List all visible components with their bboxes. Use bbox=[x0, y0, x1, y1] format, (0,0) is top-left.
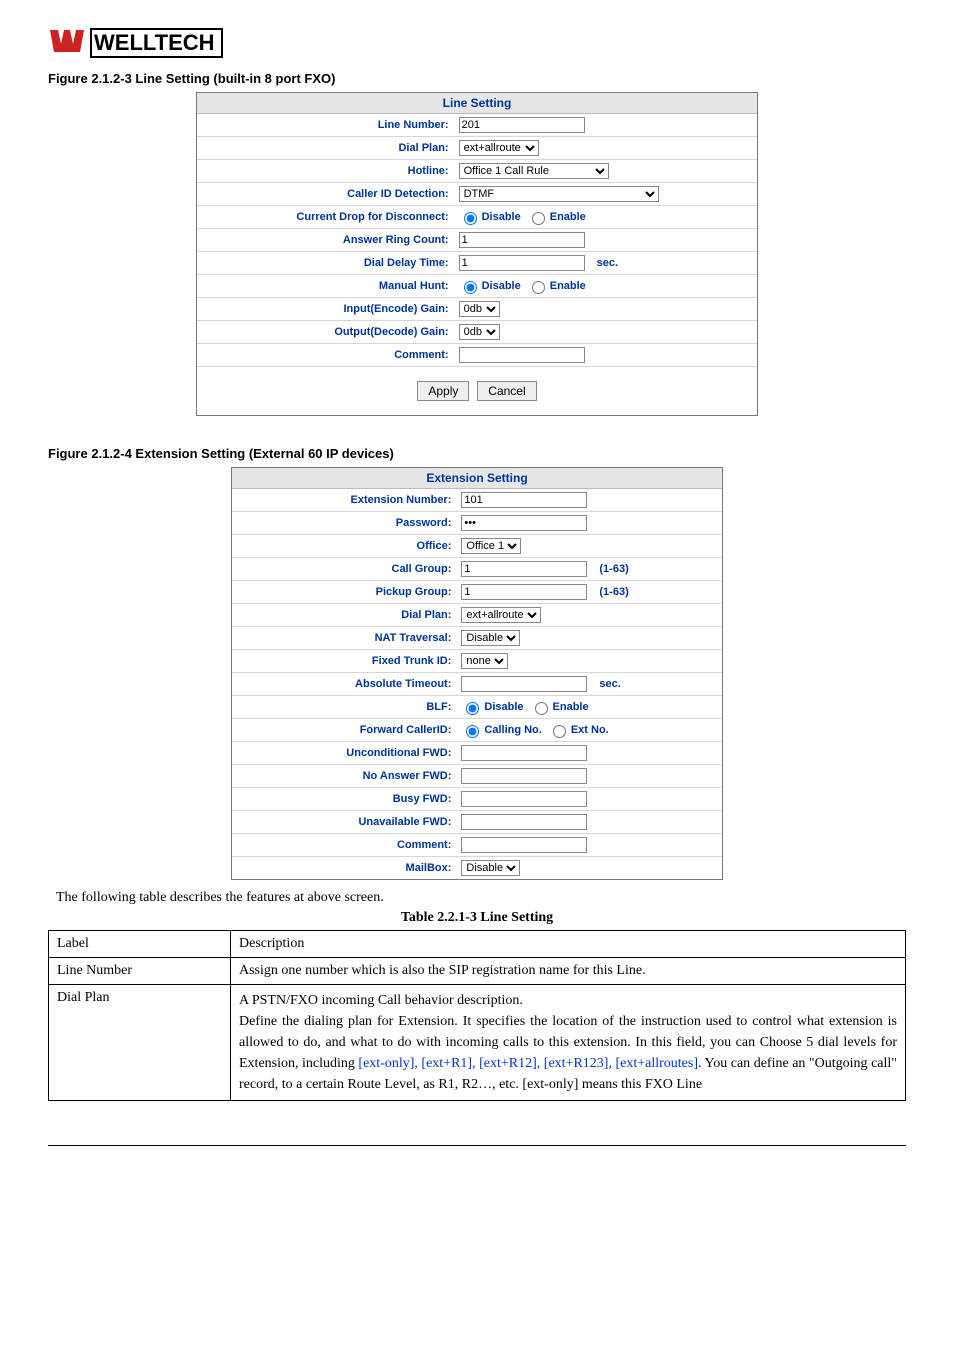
nat-traversal-select[interactable]: Disable bbox=[461, 630, 520, 646]
extension-setting-panel: Extension Setting Extension Number: Pass… bbox=[231, 467, 723, 880]
password-input[interactable] bbox=[461, 515, 587, 531]
extension-setting-header: Extension Setting bbox=[232, 468, 722, 489]
desc-row-dialplan-label: Dial Plan bbox=[49, 985, 231, 1101]
label-comment-a: Comment: bbox=[197, 346, 455, 364]
desc-row-linenumber-label: Line Number bbox=[49, 958, 231, 985]
label-dial-plan-a: Dial Plan: bbox=[197, 139, 455, 157]
unavail-fwd-input[interactable] bbox=[461, 814, 587, 830]
call-group-input[interactable] bbox=[461, 561, 587, 577]
dial-delay-suffix: sec. bbox=[597, 257, 618, 269]
answer-ring-input[interactable] bbox=[459, 232, 585, 248]
table-title: Table 2.2.1-3 Line Setting bbox=[48, 910, 906, 926]
comment-input-b[interactable] bbox=[461, 837, 587, 853]
manual-hunt-enable-radio[interactable] bbox=[532, 281, 545, 294]
button-row: Apply Cancel bbox=[197, 367, 757, 415]
label-uncond-fwd: Unconditional FWD: bbox=[232, 744, 457, 762]
label-line-number: Line Number: bbox=[197, 116, 455, 134]
blf-disable-radio[interactable] bbox=[466, 702, 479, 715]
label-mailbox: MailBox: bbox=[232, 859, 457, 877]
fwd-extno-radio[interactable] bbox=[553, 725, 566, 738]
label-ext-number: Extension Number: bbox=[232, 491, 457, 509]
line-setting-header: Line Setting bbox=[197, 93, 757, 114]
call-group-suffix: (1-63) bbox=[599, 563, 628, 575]
comment-input-a[interactable] bbox=[459, 347, 585, 363]
label-answer-ring: Answer Ring Count: bbox=[197, 231, 455, 249]
fixed-trunk-select[interactable]: none bbox=[461, 653, 508, 669]
apply-button[interactable]: Apply bbox=[417, 381, 469, 401]
mailbox-select[interactable]: Disable bbox=[461, 860, 520, 876]
noanswer-fwd-input[interactable] bbox=[461, 768, 587, 784]
dial-plan-link: [ext-only], [ext+R1], [ext+R12], [ext+R1… bbox=[358, 1056, 698, 1071]
ext-number-input[interactable] bbox=[461, 492, 587, 508]
label-password: Password: bbox=[232, 514, 457, 532]
label-fixed-trunk: Fixed Trunk ID: bbox=[232, 652, 457, 670]
cancel-button[interactable]: Cancel bbox=[477, 381, 536, 401]
desc-header-desc: Description bbox=[231, 931, 906, 958]
caller-id-select[interactable]: DTMF bbox=[459, 186, 659, 202]
label-dial-delay: Dial Delay Time: bbox=[197, 254, 455, 272]
abs-timeout-input[interactable] bbox=[461, 676, 587, 692]
line-setting-panel: Line Setting Line Number: Dial Plan: ext… bbox=[196, 92, 758, 416]
label-output-gain: Output(Decode) Gain: bbox=[197, 323, 455, 341]
desc-row-dialplan-desc: A PSTN/FXO incoming Call behavior descri… bbox=[231, 985, 906, 1101]
figure-b-title: Figure 2.1.2-4 Extension Setting (Extern… bbox=[48, 446, 906, 461]
label-call-group: Call Group: bbox=[232, 560, 457, 578]
label-drop-disconnect: Current Drop for Disconnect: bbox=[197, 208, 455, 226]
dial-plan-select-b[interactable]: ext+allroute bbox=[461, 607, 541, 623]
drop-enable-radio[interactable] bbox=[532, 212, 545, 225]
pickup-group-suffix: (1-63) bbox=[599, 586, 628, 598]
label-hotline: Hotline: bbox=[197, 162, 455, 180]
label-office: Office: bbox=[232, 537, 457, 555]
label-manual-hunt: Manual Hunt: bbox=[197, 277, 455, 295]
label-nat-traversal: NAT Traversal: bbox=[232, 629, 457, 647]
dial-delay-input[interactable] bbox=[459, 255, 585, 271]
logo: WELLTECH bbox=[48, 24, 906, 61]
fwd-calling-radio[interactable] bbox=[466, 725, 479, 738]
label-blf: BLF: bbox=[232, 698, 457, 716]
busy-fwd-input[interactable] bbox=[461, 791, 587, 807]
logo-icon bbox=[48, 24, 86, 61]
label-busy-fwd: Busy FWD: bbox=[232, 790, 457, 808]
output-gain-select[interactable]: 0db bbox=[459, 324, 500, 340]
label-fwd-callerid: Forward CallerID: bbox=[232, 721, 457, 739]
line-number-input[interactable] bbox=[459, 117, 585, 133]
office-select[interactable]: Office 1 bbox=[461, 538, 521, 554]
desc-row-linenumber-desc: Assign one number which is also the SIP … bbox=[231, 958, 906, 985]
uncond-fwd-input[interactable] bbox=[461, 745, 587, 761]
figure-a-title: Figure 2.1.2-3 Line Setting (built-in 8 … bbox=[48, 71, 906, 86]
manual-hunt-disable-radio[interactable] bbox=[464, 281, 477, 294]
body-text: The following table describes the featur… bbox=[56, 890, 898, 906]
label-abs-timeout: Absolute Timeout: bbox=[232, 675, 457, 693]
abs-timeout-suffix: sec. bbox=[599, 678, 620, 690]
blf-enable-radio[interactable] bbox=[535, 702, 548, 715]
drop-disable-radio[interactable] bbox=[464, 212, 477, 225]
label-noanswer-fwd: No Answer FWD: bbox=[232, 767, 457, 785]
label-caller-id: Caller ID Detection: bbox=[197, 185, 455, 203]
dial-plan-select-a[interactable]: ext+allroute bbox=[459, 140, 539, 156]
footer-rule bbox=[48, 1145, 906, 1146]
hotline-select[interactable]: Office 1 Call Rule bbox=[459, 163, 609, 179]
input-gain-select[interactable]: 0db bbox=[459, 301, 500, 317]
description-table: Label Description Line Number Assign one… bbox=[48, 930, 906, 1101]
logo-text: WELLTECH bbox=[90, 28, 223, 58]
pickup-group-input[interactable] bbox=[461, 584, 587, 600]
label-input-gain: Input(Encode) Gain: bbox=[197, 300, 455, 318]
label-comment-b: Comment: bbox=[232, 836, 457, 854]
label-dial-plan-b: Dial Plan: bbox=[232, 606, 457, 624]
label-pickup-group: Pickup Group: bbox=[232, 583, 457, 601]
label-unavail-fwd: Unavailable FWD: bbox=[232, 813, 457, 831]
desc-header-label: Label bbox=[49, 931, 231, 958]
